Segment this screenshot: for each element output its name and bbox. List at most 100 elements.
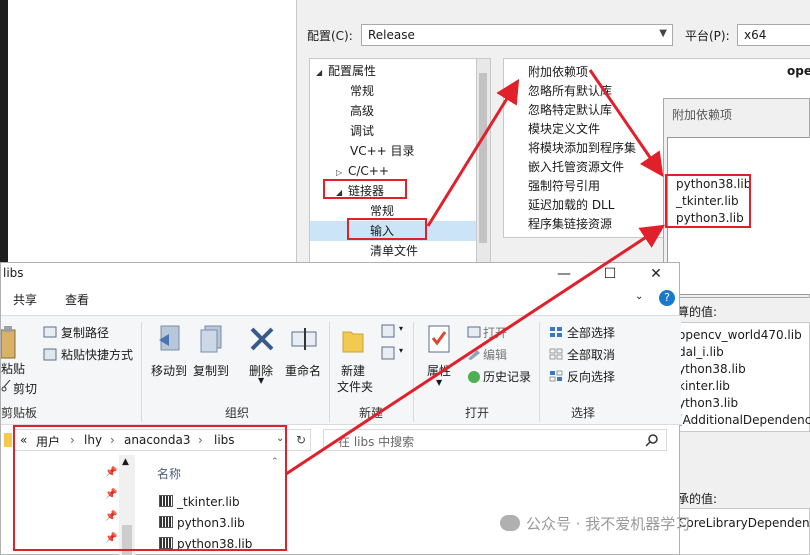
tree-item-general[interactable]: 常规 — [350, 81, 374, 101]
cut-button[interactable]: 剪切 — [13, 380, 37, 397]
search-placeholder: 在 libs 中搜索 — [338, 435, 415, 449]
minimize-button[interactable]: — — [541, 263, 587, 285]
pin-icon[interactable]: 📌 — [105, 467, 117, 478]
config-value: Release — [368, 28, 415, 42]
copy-path-icon — [43, 326, 57, 338]
refresh-icon[interactable]: ↻ — [296, 433, 306, 447]
tree-item-debug[interactable]: 调试 — [350, 121, 374, 141]
rename-icon — [291, 328, 317, 350]
calc-line: kinter.lib — [678, 379, 730, 393]
platform-value: x64 — [744, 28, 767, 42]
calc-line: ython38.lib — [678, 362, 746, 376]
properties-icon — [428, 325, 450, 353]
copy-path-button[interactable]: 复制路径 — [61, 324, 109, 341]
clipboard-icon — [1, 326, 16, 359]
scroll-thumb[interactable] — [122, 525, 132, 555]
additional-deps-popup: 附加依赖项 python38.lib _tkinter.lib python3.… — [663, 98, 810, 298]
select-all-button[interactable]: 全部选择 — [567, 324, 615, 341]
file-row[interactable]: python3.lib — [159, 513, 245, 533]
prop-additional-deps[interactable]: 附加依赖项 — [528, 63, 588, 82]
tree-item-linker[interactable]: ◢ 链接器 — [336, 181, 384, 201]
paste-button[interactable]: 粘贴 — [1, 360, 25, 377]
expand-icon: ◢ — [336, 188, 343, 197]
new-item-icon — [381, 324, 395, 338]
easy-access-icon — [381, 346, 395, 360]
tree-item-vc-dirs[interactable]: VC++ 目录 — [350, 141, 415, 161]
chevron-down-icon[interactable]: ▾ — [399, 346, 403, 355]
prop-add-module-assembly[interactable]: 将模块添加到程序集 — [528, 139, 636, 158]
paste-shortcut-button[interactable]: 粘贴快捷方式 — [61, 346, 133, 363]
deps-edit-box[interactable]: python38.lib _tkinter.lib python3.lib — [667, 137, 810, 295]
window-title: libs — [3, 266, 24, 280]
prop-delay-load-dll[interactable]: 延迟加载的 DLL — [528, 196, 614, 215]
select-none-button[interactable]: 全部取消 — [567, 346, 615, 363]
address-bar[interactable]: « 用户 › lhy › anaconda3 › libs ⌄ ↻ — [4, 429, 311, 451]
paste-shortcut-icon — [43, 348, 57, 361]
chevron-down-icon[interactable]: ▾ — [399, 324, 403, 333]
config-combo[interactable]: Release ▼ — [361, 24, 673, 46]
nav-scrollbar[interactable]: ▲ — [119, 455, 135, 555]
new-folder-button-l2[interactable]: 文件夹 — [337, 378, 373, 395]
breadcrumb-lhy[interactable]: lhy — [84, 433, 102, 447]
new-folder-button-l1[interactable]: 新建 — [341, 362, 365, 379]
calc-line: (AdditionalDependenc — [678, 413, 810, 427]
chevron-up-icon: ⌃ — [271, 457, 279, 467]
move-to-button[interactable]: 移动到 — [151, 362, 187, 379]
tree-item-linker-input[interactable]: 输入 — [310, 221, 476, 241]
platform-combo[interactable]: x64 — [737, 24, 810, 46]
tab-share[interactable]: 共享 — [13, 291, 37, 308]
chevron-down-icon[interactable]: ⌄ — [635, 291, 643, 302]
invert-selection-button[interactable]: 反向选择 — [567, 368, 615, 385]
tree-item-advanced[interactable]: 高级 — [350, 101, 374, 121]
prop-embed-managed-res[interactable]: 嵌入托管资源文件 — [528, 158, 624, 177]
chevron-down-icon[interactable]: ⌄ — [276, 433, 284, 444]
copy-to-icon — [200, 325, 222, 353]
expand-icon: ◢ — [316, 68, 323, 77]
calc-line: opencv_world470.lib — [678, 328, 802, 342]
breadcrumb-anaconda3[interactable]: anaconda3 — [124, 433, 190, 447]
chevron-down-icon[interactable]: ▼ — [436, 378, 442, 387]
tree-item-cpp[interactable]: ▷ C/C++ — [336, 161, 389, 181]
properties-button[interactable]: 属性 — [427, 362, 451, 379]
chevron-down-icon[interactable]: ▼ — [258, 376, 264, 385]
prop-assembly-link-res[interactable]: 程序集链接资源 — [528, 215, 612, 234]
maximize-button[interactable]: ☐ — [587, 263, 633, 285]
prop-module-def[interactable]: 模块定义文件 — [528, 120, 600, 139]
popup-title: 附加依赖项 — [672, 108, 733, 122]
chevron-up-icon[interactable]: ▲ — [122, 457, 129, 467]
chevron-right-icon: › — [198, 433, 203, 447]
inherited-value-label: 承的值: — [677, 492, 718, 506]
scroll-thumb[interactable] — [479, 73, 487, 243]
tab-view[interactable]: 查看 — [65, 291, 89, 308]
tree-item-manifest[interactable]: 清单文件 — [370, 241, 418, 261]
prop-ignore-all-default[interactable]: 忽略所有默认库 — [528, 82, 612, 101]
edit-button[interactable]: 编辑 — [483, 346, 507, 363]
rename-button[interactable]: 重命名 — [285, 362, 321, 379]
tree-item-linker-general[interactable]: 常规 — [370, 201, 394, 221]
divider — [413, 322, 414, 422]
file-row[interactable]: python38.lib — [159, 534, 252, 554]
breadcrumb-libs[interactable]: libs — [214, 433, 235, 447]
breadcrumb-overflow[interactable]: « — [20, 433, 27, 447]
close-button[interactable]: ✕ — [633, 263, 679, 285]
prop-force-symbol-ref[interactable]: 强制符号引用 — [528, 177, 600, 196]
address-row: « 用户 › lhy › anaconda3 › libs ⌄ ↻ 在 libs… — [1, 427, 681, 453]
tree-item-config-props[interactable]: ◢ 配置属性 — [316, 61, 376, 81]
pin-icon[interactable]: 📌 — [105, 533, 117, 544]
lib-file-icon — [159, 537, 173, 549]
copy-to-button[interactable]: 复制到 — [193, 362, 229, 379]
column-header-name[interactable]: 名称 — [157, 465, 181, 482]
help-icon[interactable]: ? — [659, 290, 675, 306]
pin-icon[interactable]: 📌 — [105, 489, 117, 500]
search-field[interactable]: 在 libs 中搜索 — [323, 429, 667, 451]
prop-value-text: ope — [787, 64, 810, 78]
file-row[interactable]: _tkinter.lib — [159, 492, 240, 512]
prop-ignore-specific-default[interactable]: 忽略特定默认库 — [528, 101, 612, 120]
breadcrumb-users[interactable]: 用户 — [36, 433, 60, 450]
tree-scrollbar[interactable] — [477, 58, 491, 268]
calc-line: dal_i.lib — [678, 345, 724, 359]
chevron-right-icon: › — [110, 433, 115, 447]
open-button[interactable]: 打开 — [483, 324, 507, 341]
pin-icon[interactable]: 📌 — [105, 511, 117, 522]
history-button[interactable]: 历史记录 — [483, 368, 531, 385]
